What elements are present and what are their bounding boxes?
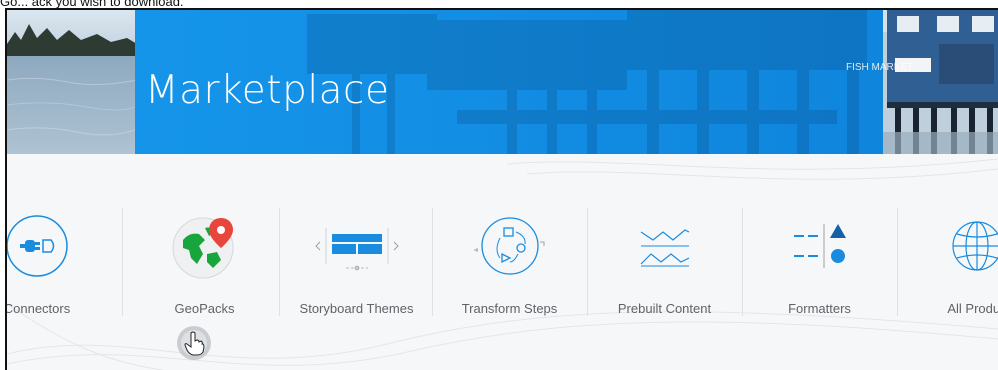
hero-banner: FISH MARKET Marketplace [7,10,998,154]
category-transform-steps[interactable]: Transform Steps [432,154,587,370]
category-formatters[interactable]: Formatters [742,154,897,370]
category-label: All Produc [947,301,998,316]
storyboard-carousel-icon [314,210,399,282]
category-label: Formatters [788,301,851,316]
formatter-shapes-icon [784,210,856,282]
category-storyboard-themes[interactable]: Storyboard Themes [279,154,434,370]
marketplace-page: FISH MARKET Marketplace Connectors GeoPa… [5,8,998,370]
category-label: Transform Steps [461,301,558,316]
hand-pointer-cursor-icon [176,325,212,361]
category-label: Prebuilt Content [617,301,712,316]
line-chart-icon [629,210,701,282]
banner-sign-text: FISH MARKET [846,62,913,73]
transform-cycle-icon [473,210,546,282]
category-label: Connectors [5,301,71,316]
category-connectors[interactable]: Connectors [5,154,127,370]
category-row: Connectors GeoPacks Storyboard Themes Tr… [7,154,998,370]
globe-map-pin-icon [169,210,241,282]
connector-plug-icon [7,210,73,282]
category-prebuilt-content[interactable]: Prebuilt Content [587,154,742,370]
category-label: Storyboard Themes [299,301,414,316]
category-divider [122,208,123,316]
banner-title: Marketplace [145,68,390,113]
category-label: GeoPacks [174,301,235,316]
globe-grid-icon [941,210,998,282]
category-all-products[interactable]: All Produc [897,154,998,370]
